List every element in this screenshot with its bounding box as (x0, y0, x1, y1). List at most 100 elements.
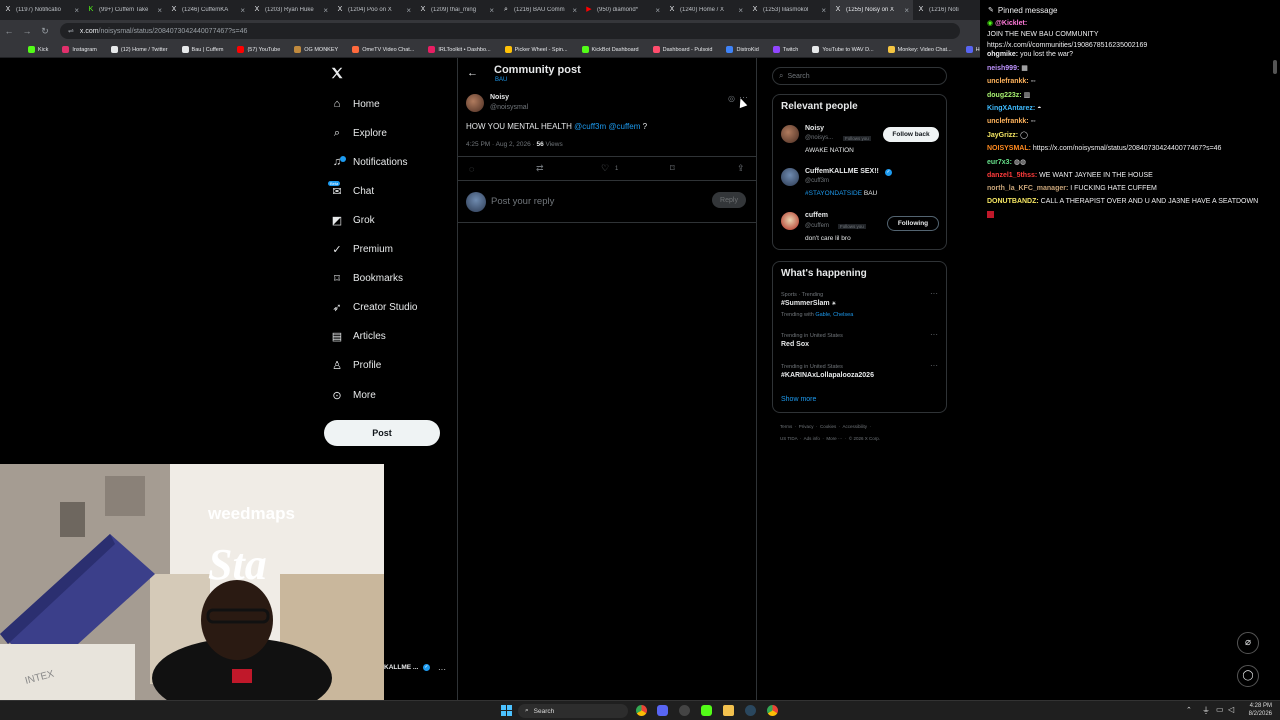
site-info-icon[interactable]: ⇌ (68, 27, 74, 35)
close-icon[interactable]: × (738, 6, 743, 15)
chat-username[interactable]: NOISYSMAL: (987, 145, 1031, 152)
bookmark-item[interactable]: Kick (28, 46, 48, 53)
browser-tab[interactable]: X (1240) Home / X × (664, 0, 747, 20)
close-icon[interactable]: × (74, 6, 79, 15)
folder-icon[interactable] (723, 705, 734, 716)
reload-icon[interactable]: ↻ (36, 26, 54, 37)
footer-links[interactable]: US TIDA · Ads info · More ··· · © 2026 X… (780, 436, 880, 441)
nav-item-premium[interactable]: ✓ Premium (330, 239, 393, 261)
close-icon[interactable]: × (489, 6, 494, 15)
bookmark-icon[interactable]: ⌑ (670, 163, 675, 174)
search-input[interactable]: Search (787, 73, 809, 80)
trend-more-icon[interactable]: ··· (930, 361, 938, 370)
bookmark-item[interactable]: KickBot Dashboard (581, 46, 639, 53)
avatar[interactable] (781, 212, 799, 230)
chat-username[interactable]: unclefrankk: (987, 78, 1029, 85)
bookmark-item[interactable]: Monkey: Video Chat... (887, 46, 952, 53)
browser-tab[interactable]: X (1209) thai_ming × (415, 0, 498, 20)
start-icon[interactable] (501, 705, 512, 716)
bookmark-item[interactable]: YouTube to WAV D... (812, 46, 874, 53)
bookmark-item[interactable]: (57) YouTube (237, 46, 280, 53)
bookmark-item[interactable]: Instagram (62, 46, 97, 53)
chat-username[interactable]: KingXAntarez: (987, 105, 1035, 112)
chat-username[interactable]: JayGrizz: (987, 132, 1018, 139)
following-button[interactable]: Following (887, 216, 939, 231)
browser-tab[interactable]: ⌕ (1216) BAU Comm × (498, 0, 581, 20)
nav-item-creator-studio[interactable]: ➶ Creator Studio (330, 297, 417, 319)
close-icon[interactable]: × (904, 6, 909, 15)
trend-more-icon[interactable]: ··· (930, 330, 938, 339)
trend-title[interactable]: Red Sox (781, 341, 809, 348)
chat-username[interactable]: ohgmike: (987, 51, 1018, 58)
grok-floating-icon[interactable]: ⌀ (1237, 632, 1259, 654)
chat-username[interactable]: danzel1_5thss: (987, 172, 1037, 179)
browser-tab[interactable]: X (1204) Poo on X × (332, 0, 415, 20)
share-icon[interactable]: ⇪ (737, 163, 745, 174)
show-more-link[interactable]: Show more (781, 396, 816, 403)
person-name[interactable]: cuffem (805, 212, 828, 219)
close-icon[interactable]: × (406, 6, 411, 15)
nav-item-chat[interactable]: ✉ Beta Chat (328, 180, 374, 202)
bookmark-item[interactable]: (12) Home / Twitter (110, 46, 168, 53)
nav-item-notifications[interactable]: ♫ Notifications (330, 151, 407, 173)
close-icon[interactable]: × (821, 6, 826, 15)
bookmark-item[interactable]: OG MONKEY (294, 46, 338, 53)
taskbar-search[interactable]: ⌕ Search (518, 704, 628, 718)
chat-username[interactable]: @Kicklet: (995, 20, 1027, 27)
kick-icon[interactable] (701, 705, 712, 716)
trend-title[interactable]: #KARINAxLollapalooza2026 (781, 372, 874, 379)
reply-icon[interactable]: ◌ (469, 164, 474, 174)
browser-tab[interactable]: X (1253) lilasmokol × (747, 0, 830, 20)
mic-icon[interactable]: ⏚ (1202, 705, 1210, 716)
bookmark-item[interactable]: Picker Wheel - Spin... (504, 46, 568, 53)
bookmark-item[interactable]: Twitch (772, 46, 798, 53)
messages-floating-icon[interactable]: ◯ (1237, 665, 1259, 687)
pinned-message-link[interactable]: https://x.com/i/communities/190867851623… (987, 42, 1147, 49)
avatar[interactable] (781, 125, 799, 143)
nav-item-articles[interactable]: ▤ Articles (330, 326, 386, 348)
reply-input[interactable]: Post your reply (491, 196, 554, 207)
volume-icon[interactable]: ◁ (1228, 705, 1234, 714)
close-icon[interactable]: × (655, 6, 660, 15)
person-handle[interactable]: @noisys... (805, 135, 833, 141)
obs-icon[interactable] (679, 705, 690, 716)
forward-arrow-icon[interactable]: → (18, 26, 36, 36)
account-more-icon[interactable]: ··· (438, 665, 446, 674)
clock-date[interactable]: 8/2/2026 (1244, 711, 1272, 717)
address-bar[interactable]: ⇌ x.com/noisysmal/status/208407304244007… (60, 23, 960, 39)
tray-chevron-icon[interactable]: ⌃ (1186, 706, 1192, 714)
chat-username[interactable]: north_la_KFC_manager: (987, 185, 1068, 192)
mention-link[interactable]: @cuffem (608, 122, 640, 131)
avatar[interactable] (781, 168, 799, 186)
close-icon[interactable]: × (323, 6, 328, 15)
hashtag-link[interactable]: #STAYONDATSIDE (805, 190, 862, 197)
nav-item-bookmarks[interactable]: ⌑ Bookmarks (330, 268, 403, 290)
community-name[interactable]: BAU (495, 77, 507, 83)
bookmark-item[interactable]: Bau | Cuffem (181, 46, 223, 53)
browser-tab[interactable]: X (1197) Notificatio × (0, 0, 83, 20)
nav-item-explore[interactable]: ⌕ Explore (330, 122, 387, 144)
grok-icon[interactable]: ◎ (728, 94, 735, 103)
person-handle[interactable]: @cuffem (805, 223, 829, 229)
close-icon[interactable]: × (240, 6, 245, 15)
chat-username[interactable]: unclefrankk: (987, 118, 1029, 125)
chat-scrollbar[interactable] (1273, 60, 1277, 74)
browser-tab[interactable]: ▶ (950) diamond* × (581, 0, 664, 20)
trend-extra-links[interactable]: Gable, Chelsea (815, 312, 853, 318)
chat-username[interactable]: DONUTBANDZ: (987, 198, 1039, 205)
back-arrow-icon[interactable]: ← (467, 67, 478, 79)
trend-more-icon[interactable]: ··· (930, 289, 938, 298)
steam-icon[interactable] (745, 705, 756, 716)
nav-item-grok[interactable]: ◩ Grok (330, 209, 375, 231)
person-name[interactable]: Noisy (805, 125, 824, 132)
chat-username[interactable]: eur7x3: (987, 159, 1012, 166)
browser-tab[interactable]: X (1203) Ryan Huke × (249, 0, 332, 20)
bookmark-item[interactable]: DistroKid (726, 46, 759, 53)
nav-item-more[interactable]: ⊙ More (330, 384, 375, 406)
follow-back-button[interactable]: Follow back (883, 127, 939, 142)
footer-links[interactable]: Terms · Privacy · Cookies · Accessibilit… (780, 424, 871, 429)
x-logo-icon[interactable] (330, 66, 346, 82)
close-icon[interactable]: × (572, 6, 577, 15)
search-box[interactable]: ⌕ Search (772, 67, 947, 85)
chrome-icon[interactable] (636, 705, 647, 716)
